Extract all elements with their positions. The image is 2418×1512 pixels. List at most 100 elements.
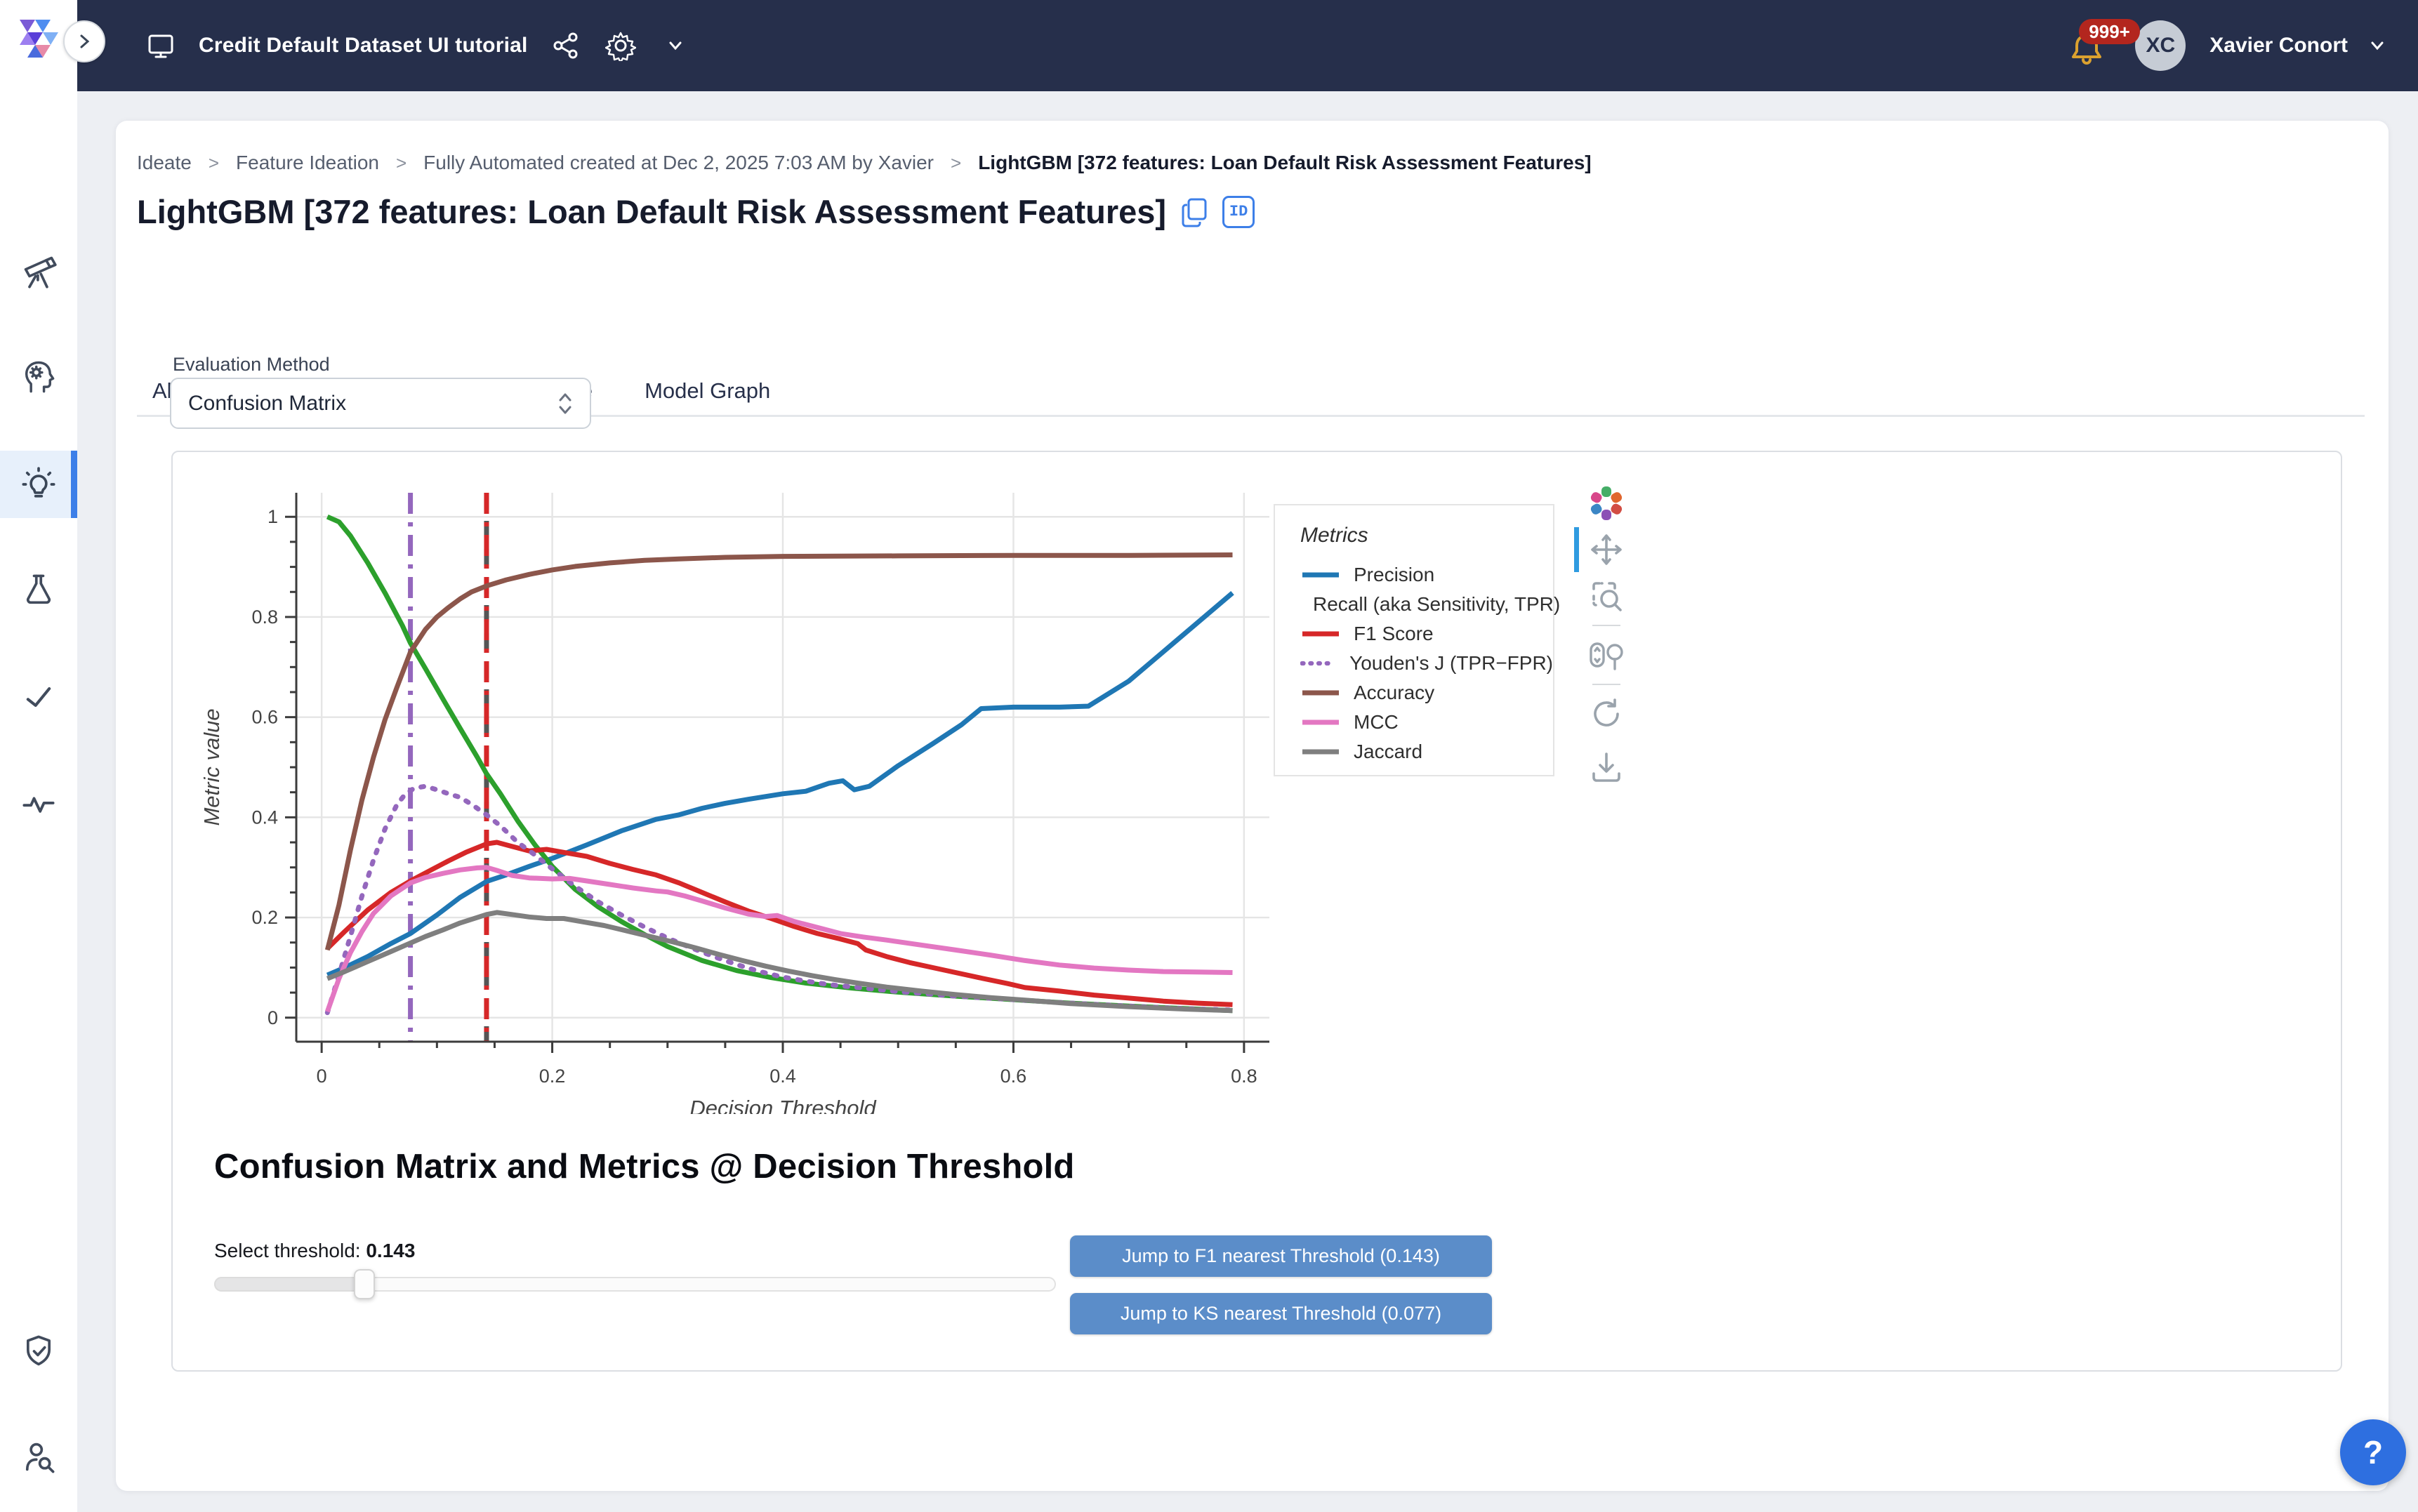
legend-swatch — [1300, 748, 1341, 756]
svg-text:1: 1 — [267, 506, 278, 527]
slider-fill — [214, 1277, 364, 1292]
legend-swatch — [1300, 689, 1341, 697]
user-menu-chevron-icon[interactable] — [2367, 36, 2387, 55]
breadcrumb-separator: > — [396, 152, 407, 174]
save-tool-icon[interactable] — [1584, 747, 1629, 789]
sidebar-item-experiments[interactable] — [0, 557, 77, 624]
user-name[interactable]: Xavier Conort — [2209, 34, 2348, 58]
notifications-button[interactable]: 999+ — [2066, 18, 2115, 74]
share-icon[interactable] — [549, 29, 583, 62]
svg-text:0.6: 0.6 — [251, 707, 278, 728]
left-sidebar — [0, 0, 77, 1512]
sidebar-item-governance[interactable] — [0, 1318, 77, 1385]
legend-title: Metrics — [1300, 524, 1553, 548]
threshold-label-text: Select threshold: — [214, 1240, 361, 1261]
svg-text:0.2: 0.2 — [251, 907, 278, 928]
breadcrumb-ideate[interactable]: Ideate — [137, 152, 192, 174]
user-search-icon — [20, 1439, 57, 1475]
metrics-chart[interactable]: 0 0.2 0.4 0.6 0.8 1 0 0.2 0.4 0.6 0.8 Decision Thre… — [190, 472, 1285, 1114]
jump-f1-button[interactable]: Jump to F1 nearest Threshold (0.143) — [1070, 1235, 1492, 1277]
sidebar-collapse-button[interactable] — [63, 20, 105, 62]
copy-icon[interactable] — [1180, 197, 1208, 227]
sidebar-item-approvals[interactable] — [0, 663, 77, 731]
chevron-down-icon[interactable] — [659, 29, 692, 62]
shield-check-icon — [20, 1333, 57, 1370]
telescope-icon — [20, 253, 57, 290]
breadcrumb-separator: > — [951, 152, 961, 174]
legend-label: Recall (aka Sensitivity, TPR) — [1313, 593, 1560, 616]
checkmark-icon — [20, 679, 57, 715]
sidebar-item-user-search[interactable] — [0, 1424, 77, 1491]
legend-item: Youden's J (TPR−FPR) — [1300, 649, 1553, 678]
avatar[interactable]: XC — [2135, 20, 2186, 71]
top-navbar: Credit Default Dataset UI tutorial 999+ … — [0, 0, 2418, 91]
tab-model-graph[interactable]: Model Graph — [629, 366, 786, 415]
legend-item: Jaccard — [1300, 737, 1553, 767]
svg-text:0.2: 0.2 — [539, 1066, 566, 1087]
app-logo[interactable] — [14, 14, 65, 67]
svg-text:0.4: 0.4 — [769, 1066, 796, 1087]
toolbar-divider — [1592, 625, 1620, 626]
svg-text:0.8: 0.8 — [251, 606, 278, 628]
legend-swatch — [1300, 659, 1337, 668]
breadcrumb-feature-ideation[interactable]: Feature Ideation — [236, 152, 379, 174]
legend-label: MCC — [1354, 711, 1399, 734]
legend-item: Precision — [1300, 560, 1553, 590]
evaluation-method-select[interactable]: Confusion Matrix — [170, 378, 591, 429]
chart-toolbar — [1578, 480, 1634, 791]
svg-text:0.6: 0.6 — [1000, 1066, 1027, 1087]
monitor-icon — [144, 29, 178, 62]
section-heading: Confusion Matrix and Metrics @ Decision … — [214, 1147, 1075, 1186]
legend-label: Precision — [1354, 564, 1434, 586]
svg-text:0.4: 0.4 — [251, 807, 278, 828]
breadcrumb: Ideate > Feature Ideation > Fully Automa… — [137, 152, 1592, 174]
head-gear-icon — [20, 358, 57, 394]
sidebar-item-monitoring[interactable] — [0, 770, 77, 837]
id-badge-label: ID — [1229, 203, 1248, 220]
toolbar-divider — [1592, 684, 1620, 685]
svg-text:0.8: 0.8 — [1231, 1066, 1257, 1087]
legend-item: F1 Score — [1300, 619, 1553, 649]
page-title: LightGBM [372 features: Loan Default Ris… — [137, 192, 1166, 231]
content-card: Ideate > Feature Ideation > Fully Automa… — [116, 121, 2389, 1491]
lightbulb-icon — [20, 466, 57, 503]
sidebar-item-ideate[interactable] — [0, 451, 77, 518]
jump-ks-button[interactable]: Jump to KS nearest Threshold (0.077) — [1070, 1293, 1492, 1334]
legend-swatch — [1300, 571, 1341, 579]
evaluation-method-label: Evaluation Method — [173, 354, 330, 376]
slider-handle[interactable] — [354, 1269, 375, 1299]
breadcrumb-separator: > — [209, 152, 219, 174]
threshold-slider[interactable] — [214, 1268, 1056, 1300]
breadcrumb-fully-automated[interactable]: Fully Automated created at Dec 2, 2025 7… — [423, 152, 934, 174]
workspace-group[interactable]: Credit Default Dataset UI tutorial — [144, 29, 692, 62]
threshold-label: Select threshold: 0.143 — [214, 1240, 415, 1262]
help-button[interactable]: ? — [2340, 1419, 2406, 1485]
pan-tool-icon[interactable] — [1584, 529, 1629, 571]
breadcrumb-current: LightGBM [372 features: Loan Default Ris… — [978, 152, 1591, 174]
activity-icon — [20, 785, 57, 822]
box-zoom-tool-icon[interactable] — [1584, 575, 1629, 617]
svg-text:0: 0 — [317, 1066, 327, 1087]
gear-icon[interactable] — [604, 29, 637, 62]
threshold-value: 0.143 — [366, 1240, 415, 1261]
x-axis-title: Decision Threshold — [689, 1096, 877, 1114]
svg-text:0: 0 — [267, 1007, 278, 1028]
select-chevrons-icon — [557, 391, 573, 416]
legend-item: Recall (aka Sensitivity, TPR) — [1300, 590, 1553, 619]
reset-tool-icon[interactable] — [1584, 693, 1629, 735]
legend-item: MCC — [1300, 708, 1553, 737]
workspace-title: Credit Default Dataset UI tutorial — [199, 34, 528, 58]
bokeh-logo-icon[interactable] — [1584, 482, 1629, 524]
wheel-zoom-tool-icon[interactable] — [1584, 634, 1629, 676]
sidebar-item-ideation[interactable] — [0, 343, 77, 410]
y-axis-title: Metric value — [199, 708, 224, 825]
active-tool-indicator — [1574, 527, 1579, 572]
legend-label: Youden's J (TPR−FPR) — [1349, 652, 1553, 675]
evaluation-method-value: Confusion Matrix — [188, 392, 557, 416]
chart-panel: 0 0.2 0.4 0.6 0.8 1 0 0.2 0.4 0.6 0.8 Decision Thre… — [171, 451, 2342, 1372]
legend-swatch — [1300, 718, 1341, 727]
sidebar-item-explore[interactable] — [0, 238, 77, 305]
legend-item: Accuracy — [1300, 678, 1553, 708]
legend-label: Accuracy — [1354, 682, 1434, 704]
id-badge-icon[interactable]: ID — [1222, 196, 1255, 228]
